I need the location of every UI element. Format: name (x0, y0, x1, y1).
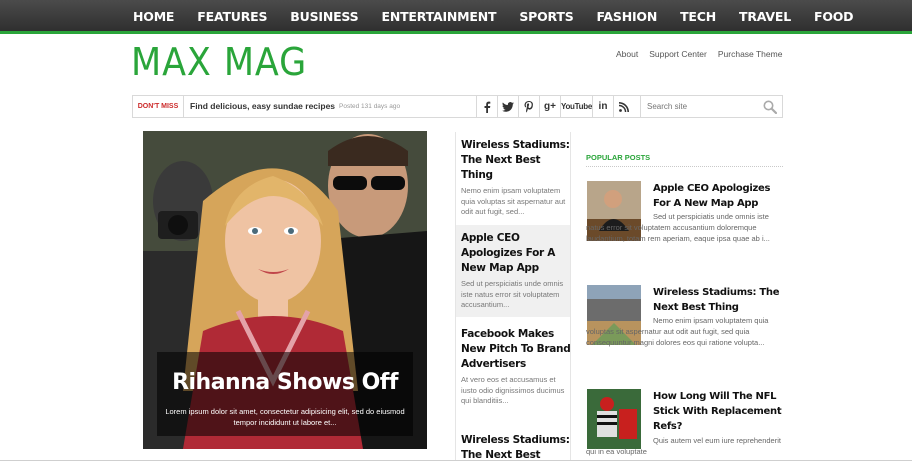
post-excerpt: Nemo enim ipsam voluptatem quia voluptas… (586, 316, 769, 347)
popular-post[interactable]: Apple CEO Apologizes For A New Map App S… (586, 181, 783, 271)
popular-post[interactable]: How Long Will The NFL Stick With Replace… (586, 389, 783, 461)
list-item[interactable]: Apple CEO Apologizes For A New Map App S… (456, 225, 570, 317)
ticker-headline[interactable]: Find delicious, easy sundae recipes (190, 96, 335, 117)
post-excerpt: Sed ut perspiciatis unde omnis iste natu… (586, 212, 770, 243)
popular-post[interactable]: Wireless Stadiums: The Next Best Thing N… (586, 285, 783, 375)
list-item[interactable]: Wireless Stadiums: The Next Best Thing N… (456, 132, 570, 225)
list-item[interactable]: Facebook Makes New Pitch To Brand Advert… (456, 321, 570, 421)
article-title[interactable]: Wireless Stadiums: The Next Best Thing (461, 138, 570, 183)
nav-travel[interactable]: TRAVEL (739, 0, 791, 34)
nav-sports[interactable]: SPORTS (519, 0, 573, 34)
list-item[interactable]: Wireless Stadiums: The Next Best Thing (456, 427, 570, 461)
article-excerpt: Nemo enim ipsam voluptatem quia voluptas… (461, 186, 566, 216)
nav-features[interactable]: FEATURES (197, 0, 267, 34)
support-center-link[interactable]: Support Center (649, 49, 707, 59)
google-plus-icon[interactable]: g+ (539, 96, 560, 117)
search-box (640, 96, 782, 117)
main-navigation: HOME FEATURES BUSINESS ENTERTAINMENT SPO… (0, 0, 912, 34)
post-title[interactable]: Wireless Stadiums: The Next Best Thing (653, 285, 783, 315)
nav-home[interactable]: HOME (133, 0, 174, 34)
social-icons: g+ YouTube in (476, 96, 634, 117)
post-title[interactable]: Apple CEO Apologizes For A New Map App (653, 181, 783, 211)
featured-title[interactable]: Rihanna Shows Off (157, 370, 413, 395)
nav-fashion[interactable]: FASHION (597, 0, 658, 34)
linkedin-icon[interactable]: in (592, 96, 613, 117)
site-logo[interactable]: MAX MAG (131, 40, 307, 84)
dont-miss-label: DON'T MISS (133, 96, 184, 117)
pinterest-icon[interactable] (518, 96, 539, 117)
article-excerpt: At vero eos et accusamus et iusto odio d… (461, 375, 565, 405)
divider (586, 166, 783, 167)
search-icon[interactable] (763, 100, 777, 114)
article-title[interactable]: Apple CEO Apologizes For A New Map App (461, 231, 570, 276)
popular-posts-heading: POPULAR POSTS (586, 153, 651, 162)
top-links: About Support Center Purchase Theme (616, 49, 793, 59)
post-excerpt: Quis autem vel eum iure reprehenderit qu… (586, 436, 781, 456)
facebook-icon[interactable] (476, 96, 497, 117)
ticker-bar: DON'T MISS Find delicious, easy sundae r… (132, 95, 783, 118)
article-title[interactable]: Facebook Makes New Pitch To Brand Advert… (461, 327, 570, 372)
post-title[interactable]: How Long Will The NFL Stick With Replace… (653, 389, 783, 434)
youtube-icon[interactable]: YouTube (560, 96, 592, 117)
nav-food[interactable]: FOOD (814, 0, 854, 34)
middle-column: Wireless Stadiums: The Next Best Thing N… (455, 132, 571, 461)
featured-excerpt: Lorem ipsum dolor sit amet, consectetur … (165, 407, 405, 427)
article-excerpt: Sed ut perspiciatis unde omnis iste natu… (461, 279, 564, 309)
purchase-theme-link[interactable]: Purchase Theme (718, 49, 783, 59)
twitter-icon[interactable] (497, 96, 518, 117)
rss-icon[interactable] (613, 96, 634, 117)
article-title[interactable]: Wireless Stadiums: The Next Best Thing (461, 433, 570, 461)
nav-tech[interactable]: TECH (680, 0, 716, 34)
featured-caption: Rihanna Shows Off Lorem ipsum dolor sit … (157, 352, 413, 436)
ticker-posted-date: Posted 131 days ago (339, 103, 401, 110)
about-link[interactable]: About (616, 49, 638, 59)
nav-business[interactable]: BUSINESS (290, 0, 358, 34)
nav-entertainment[interactable]: ENTERTAINMENT (381, 0, 496, 34)
search-input[interactable] (641, 96, 756, 117)
featured-story[interactable]: Rihanna Shows Off Lorem ipsum dolor sit … (143, 131, 427, 449)
